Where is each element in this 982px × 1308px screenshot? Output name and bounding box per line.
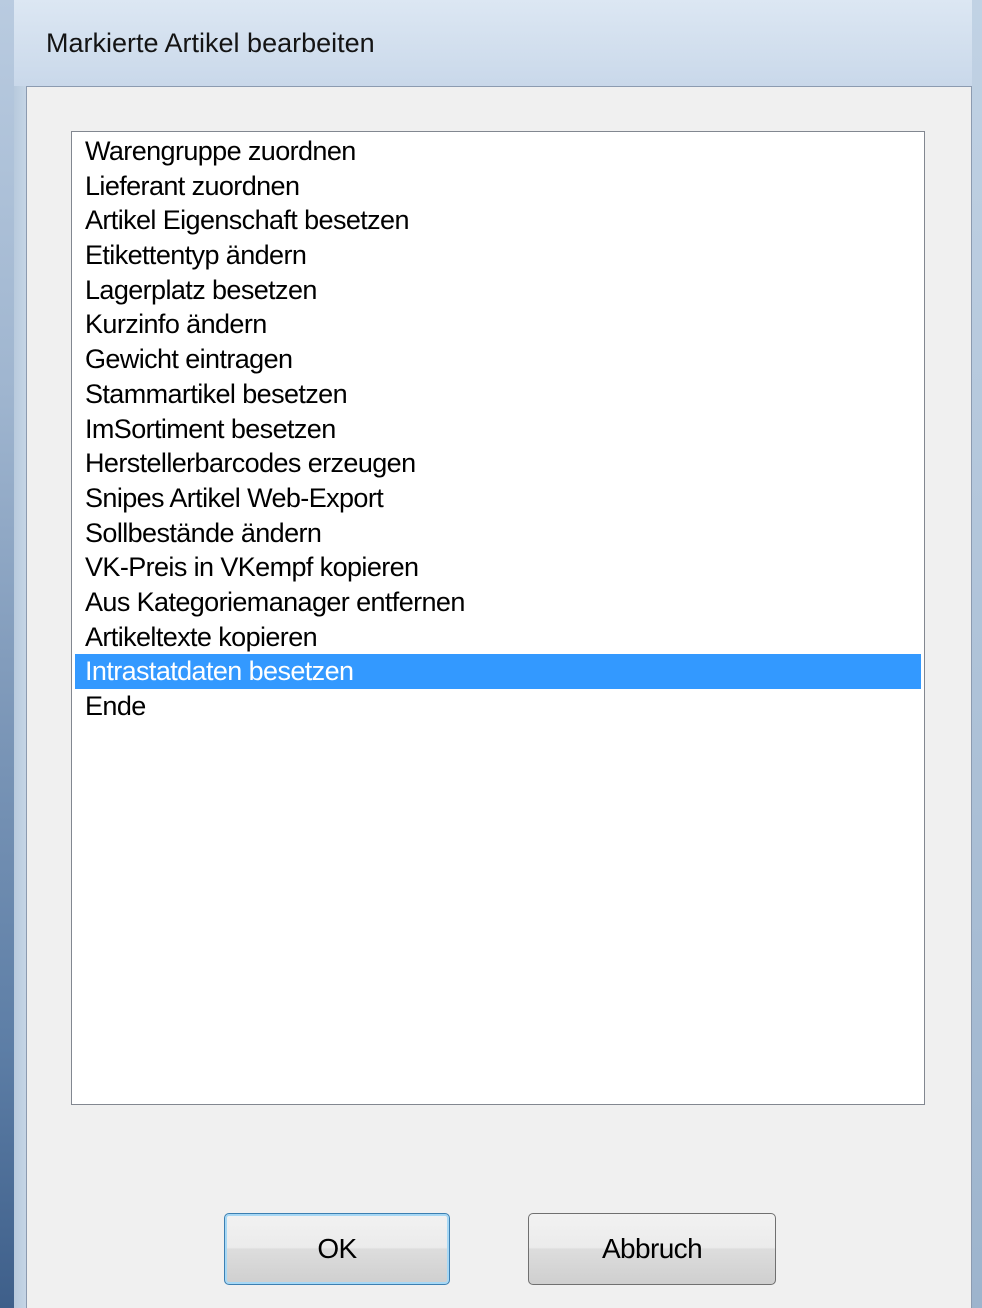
list-item[interactable]: Intrastatdaten besetzen — [75, 654, 921, 689]
list-item[interactable]: Gewicht eintragen — [75, 342, 921, 377]
list-item[interactable]: Artikeltexte kopieren — [75, 620, 921, 655]
list-item[interactable]: Warengruppe zuordnen — [75, 134, 921, 169]
ok-button-label: OK — [317, 1233, 357, 1264]
list-item[interactable]: VK-Preis in VKempf kopieren — [75, 550, 921, 585]
list-item[interactable]: ImSortiment besetzen — [75, 412, 921, 447]
list-item[interactable]: Lagerplatz besetzen — [75, 273, 921, 308]
window-right-border — [972, 0, 982, 1308]
title-bar[interactable]: Markierte Artikel bearbeiten — [14, 0, 972, 86]
list-item[interactable]: Etikettentyp ändern — [75, 238, 921, 273]
window-title: Markierte Artikel bearbeiten — [46, 28, 375, 58]
dialog-window: Markierte Artikel bearbeiten Warengruppe… — [0, 0, 982, 1308]
cancel-button[interactable]: Abbruch — [528, 1213, 776, 1285]
list-item[interactable]: Ende — [75, 689, 921, 724]
list-item[interactable]: Herstellerbarcodes erzeugen — [75, 446, 921, 481]
list-item[interactable]: Snipes Artikel Web-Export — [75, 481, 921, 516]
ok-button[interactable]: OK — [224, 1213, 450, 1285]
list-item[interactable]: Aus Kategoriemanager entfernen — [75, 585, 921, 620]
list-item[interactable]: Stammartikel besetzen — [75, 377, 921, 412]
actions-listbox[interactable]: Warengruppe zuordnen Lieferant zuordnen Ar… — [71, 131, 925, 1105]
list-item[interactable]: Lieferant zuordnen — [75, 169, 921, 204]
list-item[interactable]: Artikel Eigenschaft besetzen — [75, 203, 921, 238]
window-left-border — [0, 0, 14, 1308]
list-item[interactable]: Sollbestände ändern — [75, 516, 921, 551]
dialog-client-area: Warengruppe zuordnen Lieferant zuordnen Ar… — [26, 86, 972, 1308]
list-item[interactable]: Kurzinfo ändern — [75, 307, 921, 342]
cancel-button-label: Abbruch — [601, 1233, 703, 1264]
